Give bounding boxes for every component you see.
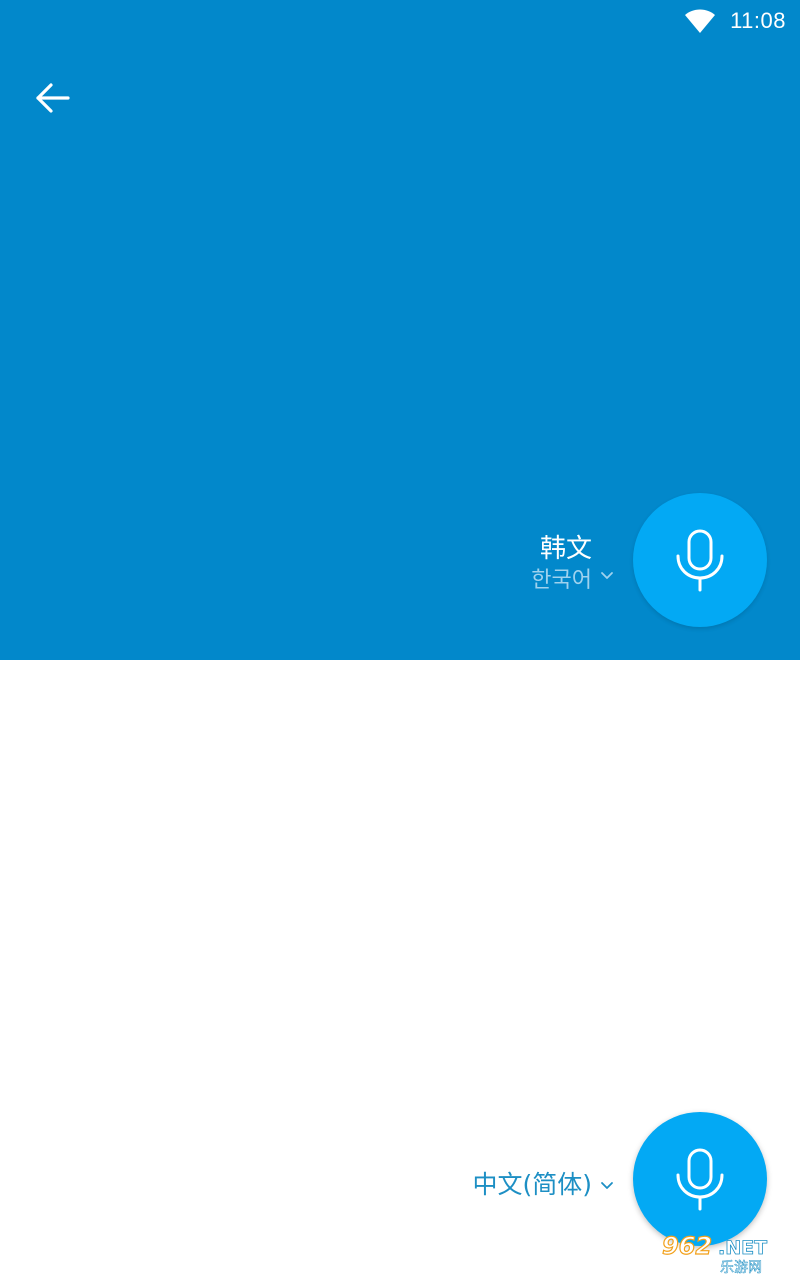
back-button[interactable] [28,74,76,122]
conversation-screen: 11:08 韩文 한국어 中文(简体) 962 .NET 乐游网 [0,0,800,1280]
source-pane: 11:08 韩文 한국어 [0,0,800,660]
status-bar: 11:08 [684,6,786,36]
source-mic-button[interactable] [633,493,767,627]
wifi-icon [685,9,716,33]
svg-text:.NET: .NET [718,1237,767,1259]
target-language-selector[interactable]: 中文(简体) [472,1168,614,1202]
source-language-selector[interactable]: 韩文 한국어 [531,532,614,596]
arrow-left-icon [36,83,70,113]
microphone-icon [676,1148,724,1211]
target-mic-button[interactable] [633,1112,767,1246]
source-language-native-name: 한국어 [531,568,592,593]
target-language-name: 中文(简体) [472,1170,592,1199]
target-language-labels: 中文(简体) [472,1168,592,1202]
svg-text:962: 962 [662,1232,712,1260]
status-time: 11:08 [730,8,786,33]
source-language-name: 韩文 [539,534,592,564]
source-language-labels: 韩文 한국어 [531,532,592,596]
svg-text:乐游网: 乐游网 [720,1260,762,1276]
microphone-icon [676,529,724,592]
chevron-down-icon [601,1182,613,1189]
site-watermark: 962 .NET 乐游网 [661,1231,767,1276]
chevron-down-icon [601,572,613,579]
